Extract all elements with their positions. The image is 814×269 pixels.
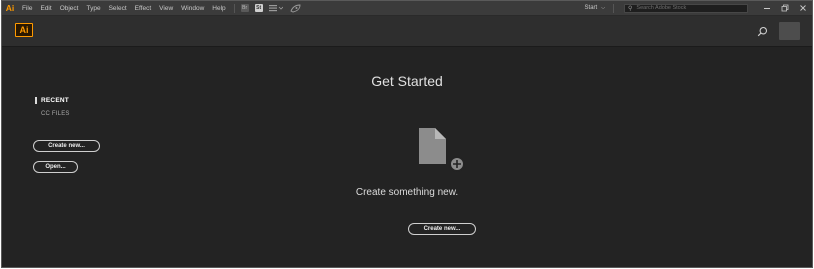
search-placeholder: Search Adobe Stock bbox=[636, 5, 687, 11]
new-document-button[interactable] bbox=[419, 128, 467, 176]
close-icon bbox=[800, 5, 806, 11]
menu-edit[interactable]: Edit bbox=[40, 5, 51, 12]
menu-type[interactable]: Type bbox=[86, 5, 100, 12]
search-button[interactable] bbox=[756, 25, 768, 37]
arrange-documents-icon bbox=[268, 5, 283, 12]
bridge-button[interactable]: Br bbox=[240, 4, 249, 12]
arrange-documents-button[interactable] bbox=[268, 4, 283, 12]
gpu-performance-button[interactable] bbox=[289, 4, 301, 12]
chevron-down-icon: ⌵ bbox=[601, 5, 605, 11]
menu-separator bbox=[233, 3, 235, 13]
restore-button[interactable] bbox=[776, 1, 794, 15]
menu-separator bbox=[613, 3, 614, 13]
menu-window[interactable]: Window bbox=[181, 5, 204, 12]
menu-bar-right: Start ⌵ ⚲ Search Adobe Stock bbox=[585, 1, 812, 15]
create-something-new-text: Create something new. bbox=[355, 187, 459, 198]
restore-icon bbox=[781, 4, 789, 12]
menu-object[interactable]: Object bbox=[60, 5, 79, 12]
close-button[interactable] bbox=[794, 1, 812, 15]
sidebar-create-new-button[interactable]: Create new... bbox=[33, 140, 100, 152]
illustrator-logo-icon: Ai bbox=[5, 3, 15, 13]
menu-effect[interactable]: Effect bbox=[135, 5, 152, 12]
menu-view[interactable]: View bbox=[159, 5, 173, 12]
illustrator-window: Ai File Edit Object Type Select Effect V… bbox=[1, 0, 813, 268]
search-icon: ⚲ bbox=[628, 5, 633, 12]
main-create-new-button[interactable]: Create new... bbox=[408, 223, 476, 235]
menu-file[interactable]: File bbox=[22, 5, 32, 12]
illustrator-badge-icon: Ai bbox=[15, 23, 33, 37]
stock-icon: St bbox=[254, 4, 263, 12]
new-document-icon bbox=[419, 128, 465, 172]
sidebar-item-recent[interactable]: RECENT bbox=[35, 97, 69, 104]
search-icon bbox=[757, 26, 767, 36]
workspace-switcher[interactable]: Start ⌵ bbox=[585, 5, 605, 11]
page-title: Get Started bbox=[371, 73, 443, 89]
rocket-icon bbox=[290, 4, 301, 12]
menu-select[interactable]: Select bbox=[109, 5, 127, 12]
sidebar-open-button[interactable]: Open... bbox=[33, 161, 78, 173]
minimize-icon bbox=[764, 8, 770, 9]
sidebar-item-cc-files[interactable]: CC FILES bbox=[41, 111, 70, 117]
bridge-icon: Br bbox=[240, 4, 249, 12]
home-app-bar: Ai bbox=[2, 16, 812, 47]
menu-bar: Ai File Edit Object Type Select Effect V… bbox=[2, 1, 812, 16]
profile-button[interactable] bbox=[779, 22, 800, 40]
stock-button[interactable]: St bbox=[254, 4, 263, 12]
menu-help[interactable]: Help bbox=[212, 5, 225, 12]
workspace-label: Start bbox=[584, 5, 598, 11]
search-adobe-stock-input[interactable]: ⚲ Search Adobe Stock bbox=[624, 3, 748, 13]
minimize-button[interactable] bbox=[758, 1, 776, 15]
